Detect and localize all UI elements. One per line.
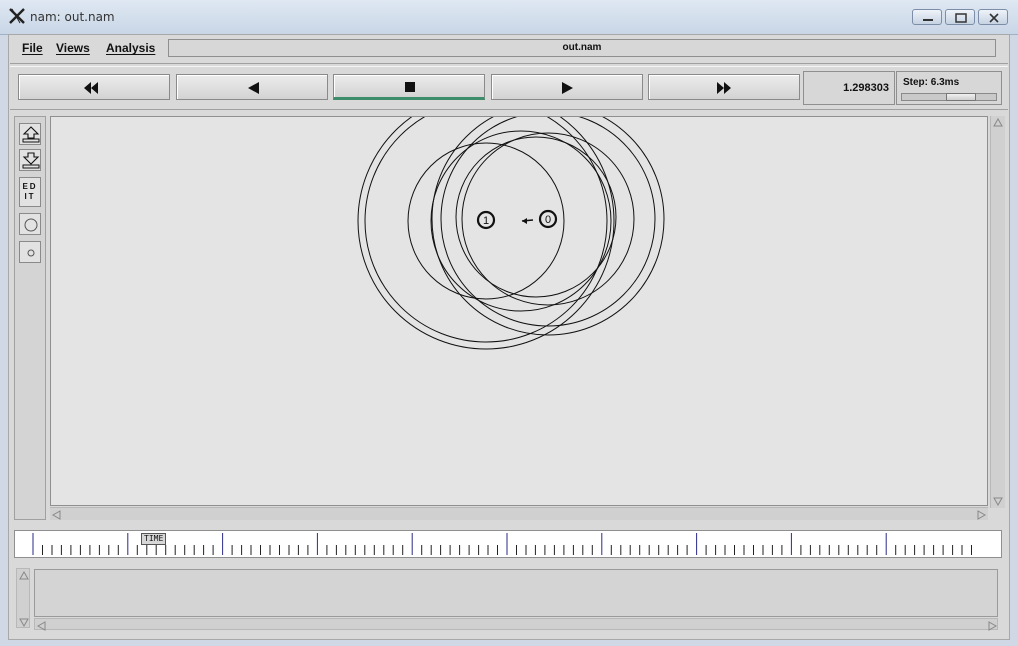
large-node-button[interactable] bbox=[19, 213, 41, 235]
small-node-button[interactable] bbox=[19, 241, 41, 263]
minimize-button[interactable] bbox=[912, 9, 942, 25]
current-time: 1.298303 bbox=[803, 71, 895, 105]
step-slider[interactable] bbox=[901, 93, 997, 101]
title-bar: nam: out.nam bbox=[0, 0, 1018, 35]
close-icon bbox=[989, 13, 999, 23]
restore-icon bbox=[955, 13, 967, 23]
node-1: 1 bbox=[476, 210, 496, 230]
annotation-list[interactable] bbox=[34, 569, 998, 617]
stop-icon bbox=[405, 82, 415, 92]
zoom-out-button[interactable] bbox=[19, 149, 41, 171]
scroll-down-icon bbox=[19, 618, 29, 628]
stop-button[interactable] bbox=[333, 74, 485, 100]
small-node-icon bbox=[27, 249, 35, 257]
canvas-vertical-scrollbar[interactable] bbox=[990, 116, 1005, 508]
step-label: Step: 6.3ms bbox=[903, 77, 960, 88]
window-title: nam: out.nam bbox=[30, 10, 115, 24]
file-title: out.nam bbox=[168, 39, 996, 57]
close-button[interactable] bbox=[978, 9, 1008, 25]
scroll-down-icon bbox=[993, 497, 1003, 507]
fast-rewind-icon bbox=[84, 82, 98, 94]
play-icon bbox=[562, 82, 573, 94]
step-control: Step: 6.3ms bbox=[896, 71, 1002, 105]
transmission-ring bbox=[364, 117, 608, 343]
play-button[interactable] bbox=[491, 74, 643, 100]
large-node-icon bbox=[24, 218, 38, 232]
zoom-in-icon bbox=[22, 126, 40, 143]
scroll-right-icon bbox=[988, 621, 998, 631]
menu-analysis[interactable]: Analysis bbox=[106, 41, 155, 55]
fast-rewind-button[interactable] bbox=[18, 74, 170, 100]
restore-button[interactable] bbox=[945, 9, 975, 25]
timeline-marker[interactable]: TIME bbox=[141, 533, 167, 545]
rewind-button[interactable] bbox=[176, 74, 328, 100]
transmission-ring bbox=[357, 117, 615, 350]
annotation-vertical-scrollbar[interactable] bbox=[16, 568, 30, 628]
node-0: 0 bbox=[538, 209, 558, 229]
step-slider-thumb[interactable] bbox=[946, 93, 976, 101]
canvas-horizontal-scrollbar[interactable] bbox=[50, 507, 988, 520]
annotation-horizontal-scrollbar[interactable] bbox=[34, 618, 998, 631]
scroll-right-icon bbox=[977, 510, 987, 520]
network-canvas[interactable]: 1 0 bbox=[50, 116, 988, 506]
tool-column: ED IT bbox=[14, 116, 46, 520]
fast-forward-icon bbox=[717, 82, 731, 94]
timeline-slider[interactable]: TIME bbox=[14, 530, 1002, 558]
x-logo-icon bbox=[8, 7, 26, 25]
zoom-in-button[interactable] bbox=[19, 123, 41, 145]
fast-forward-button[interactable] bbox=[648, 74, 800, 100]
scroll-left-icon bbox=[36, 621, 46, 631]
menu-views[interactable]: Views bbox=[56, 41, 90, 55]
menu-file[interactable]: File bbox=[22, 41, 43, 55]
scroll-up-icon bbox=[19, 570, 29, 580]
scroll-up-icon bbox=[993, 117, 1003, 127]
rewind-icon bbox=[248, 82, 259, 94]
transmission-ring bbox=[430, 130, 612, 312]
scroll-left-icon bbox=[51, 510, 61, 520]
node-1-label: 1 bbox=[483, 215, 489, 227]
node-0-label: 0 bbox=[545, 214, 551, 226]
packet-arrow bbox=[521, 218, 534, 224]
edit-button[interactable]: ED IT bbox=[19, 177, 41, 207]
minimize-icon bbox=[923, 19, 933, 21]
zoom-out-icon bbox=[22, 152, 40, 169]
